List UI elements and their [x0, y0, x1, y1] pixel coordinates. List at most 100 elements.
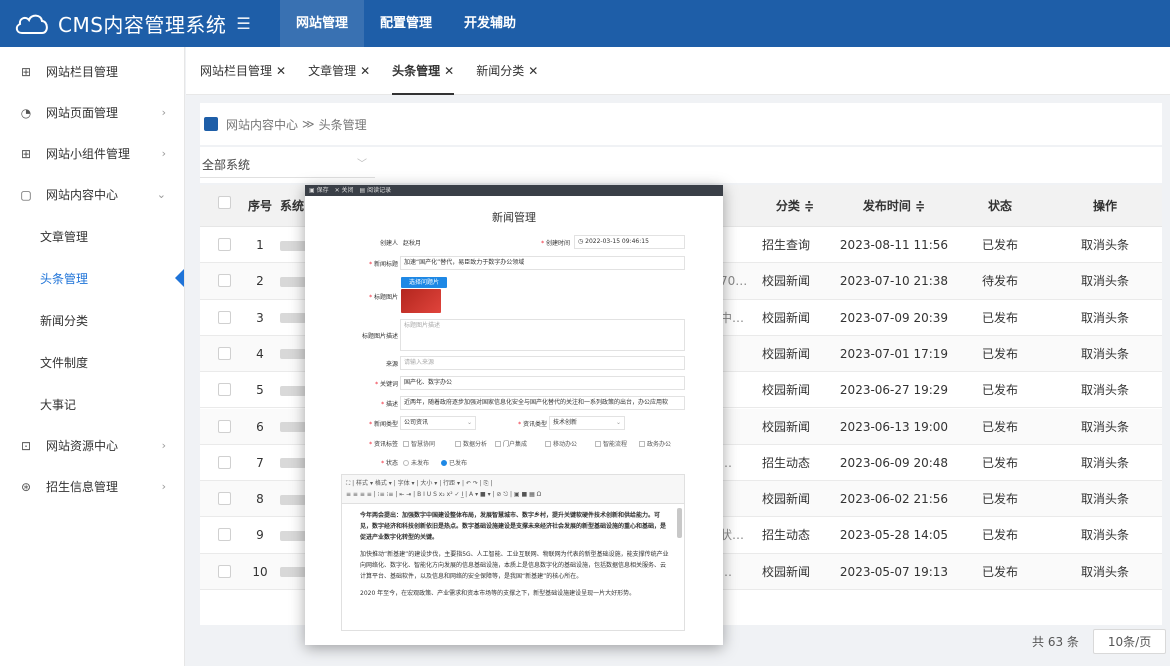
select-all-checkbox[interactable] — [218, 196, 231, 209]
status-radio-published[interactable]: 已发布 — [441, 458, 467, 467]
row-checkbox[interactable] — [218, 383, 231, 397]
row-title-fragment — [720, 372, 760, 408]
row-checkbox[interactable] — [218, 455, 231, 469]
source-input[interactable]: 请输入来源 — [400, 356, 685, 370]
close-icon[interactable]: ✕ — [528, 64, 538, 78]
row-title-fragment — [720, 409, 760, 445]
sidebar-item-pages[interactable]: ◔ 网站页面管理 › — [0, 92, 184, 133]
close-icon[interactable]: ✕ — [360, 64, 370, 78]
page-tabs: 网站栏目管理 ✕ 文章管理 ✕ 头条管理 ✕ 新闻分类 ✕ — [186, 47, 1170, 95]
sidebar-item-content-center[interactable]: ▢ 网站内容中心 ⌄ — [0, 174, 184, 215]
topnav-site-management[interactable]: 网站管理 — [280, 0, 365, 47]
row-checkbox[interactable] — [218, 346, 231, 360]
news-type-select[interactable]: 公司资讯 ⌄ — [400, 416, 476, 430]
row-checkbox[interactable] — [218, 419, 231, 433]
cancel-headline-link[interactable]: 取消头条 — [1050, 445, 1160, 481]
page-size-select[interactable]: 10条/页 — [1092, 629, 1167, 654]
tag-checkbox[interactable]: 移动办公 — [545, 439, 577, 448]
topnav-dev-assist[interactable]: 开发辅助 — [448, 0, 532, 47]
row-index: 9 — [256, 528, 264, 543]
row-publish-time: 2023-06-27 19:29 — [839, 383, 949, 398]
save-button[interactable]: ▣ 保存 — [309, 185, 329, 196]
breadcrumb-root[interactable]: 网站内容中心 — [226, 116, 298, 133]
close-button[interactable]: ✕ 关闭 — [335, 185, 354, 196]
topnav-config-management[interactable]: 配置管理 — [364, 0, 448, 47]
row-status: 已发布 — [981, 455, 1018, 470]
menu-toggle-icon[interactable]: ☰ — [236, 14, 250, 33]
sidebar-item-admissions[interactable]: ⊛ 招生信息管理 › — [0, 466, 184, 507]
chevron-right-icon: › — [161, 439, 166, 452]
keywords-input[interactable]: 国产化、数字办公 — [400, 376, 685, 390]
row-checkbox[interactable] — [218, 238, 231, 251]
editor-toolbar-row-1[interactable]: ⛶ | 样式 ▾ 格式 ▾ | 字体 ▾ | 大小 ▾ | 行距 ▾ | ↶ ↷… — [346, 478, 680, 489]
read-log-button[interactable]: ▤ 阅读记录 — [360, 185, 392, 196]
row-publish-time: 2023-08-11 11:56 — [839, 238, 949, 252]
tag-checkbox[interactable]: 数据分析 — [455, 439, 487, 448]
close-icon[interactable]: ✕ — [444, 64, 454, 78]
col-publish-time[interactable]: 发布时间 ≑ — [834, 185, 954, 227]
row-checkbox[interactable] — [218, 492, 231, 506]
tag-checkbox[interactable]: 智慧协同 — [403, 439, 435, 448]
system-select[interactable]: 全部系统 ﹀ — [200, 152, 375, 178]
sidebar-sub-documents[interactable]: 文件制度 — [0, 341, 184, 383]
cancel-headline-link[interactable]: 取消头条 — [1050, 409, 1160, 445]
editor-scrollbar[interactable] — [677, 508, 682, 538]
info-type-select[interactable]: 技术创新 ⌄ — [549, 416, 625, 430]
tag-checkbox[interactable]: 智能流程 — [595, 439, 627, 448]
row-checkbox[interactable] — [218, 274, 231, 288]
editor-toolbar[interactable]: ⛶ | 样式 ▾ 格式 ▾ | 字体 ▾ | 大小 ▾ | 行距 ▾ | ↶ ↷… — [341, 474, 685, 504]
tab-columns[interactable]: 网站栏目管理 ✕ — [200, 47, 286, 95]
sidebar-sub-news-category[interactable]: 新闻分类 — [0, 299, 184, 341]
created-time-field[interactable]: ◷ 2022-03-15 09:46:15 — [574, 235, 685, 249]
status-label-text: 状态 — [385, 460, 398, 467]
row-title-fragment: 状… — [720, 528, 745, 543]
col-status: 状态 — [987, 199, 1012, 213]
tab-label: 新闻分类 — [476, 63, 525, 78]
cancel-headline-link[interactable]: 取消头条 — [1050, 336, 1160, 372]
close-icon[interactable]: ✕ — [276, 64, 286, 78]
row-checkbox[interactable] — [218, 310, 231, 324]
row-publish-time: 2023-06-02 21:56 — [839, 492, 949, 507]
sidebar-item-columns[interactable]: ⊞ 网站栏目管理 — [0, 51, 184, 92]
row-checkbox[interactable] — [218, 528, 231, 542]
tab-news-category[interactable]: 新闻分类 ✕ — [476, 47, 538, 95]
sidebar-sub-articles[interactable]: 文章管理 — [0, 215, 184, 257]
cancel-headline-link[interactable]: 取消头条 — [1050, 263, 1160, 299]
image-desc-label: 标题图片描述 — [361, 333, 398, 340]
sidebar-item-resources[interactable]: ⊡ 网站资源中心 › — [0, 425, 184, 466]
row-publish-time: 2023-06-13 19:00 — [839, 419, 949, 434]
sidebar-sub-label: 头条管理 — [40, 271, 89, 286]
cancel-headline-link[interactable]: 取消头条 — [1050, 372, 1160, 408]
sidebar-sub-headlines[interactable]: 头条管理 — [0, 257, 184, 299]
cancel-headline-link[interactable]: 取消头条 — [1050, 481, 1160, 517]
tab-headlines[interactable]: 头条管理 ✕ — [392, 47, 455, 95]
tab-articles[interactable]: 文章管理 ✕ — [308, 47, 370, 95]
row-category: 招生动态 — [762, 528, 811, 543]
sidebar-item-label: 网站栏目管理 — [46, 65, 119, 79]
sidebar-item-widgets[interactable]: ⊞ 网站小组件管理 › — [0, 133, 184, 174]
desc-input[interactable]: 近两年，随着政府逐步加强对国家信息化安全与国产化替代的关注和一系列政策的出台，办… — [400, 396, 685, 410]
rich-text-editor[interactable]: 今年两会提出：加强数字中国建设整体布局，发展智慧城市、数字乡村，提升关键软硬件技… — [341, 504, 685, 631]
cancel-headline-link[interactable]: 取消头条 — [1050, 227, 1160, 263]
tab-label: 文章管理 — [308, 63, 357, 78]
row-category: 校园新闻 — [762, 419, 811, 434]
col-category[interactable]: 分类 ≑ — [760, 185, 830, 227]
cancel-headline-link[interactable]: 取消头条 — [1050, 517, 1160, 553]
headline-input[interactable]: 加速“国产化”替代，易臣致力于数字办公领域 — [400, 256, 685, 270]
cancel-headline-link[interactable]: 取消头条 — [1050, 554, 1160, 590]
title-image-thumbnail[interactable] — [401, 289, 441, 313]
tag-checkbox[interactable]: 政务办公 — [639, 439, 671, 448]
editor-toolbar-row-2[interactable]: ≡ ≡ ≡ ≡ | ⁝≡ ⁝≡ | ⇤ ⇥ | B I U S x₂ x² ✓ … — [346, 489, 680, 500]
chevron-down-icon: ﹀ — [357, 159, 367, 170]
row-checkbox[interactable] — [218, 564, 231, 578]
cancel-headline-link[interactable]: 取消头条 — [1050, 300, 1160, 336]
row-title-fragment: … — [720, 564, 732, 579]
app-logo[interactable]: CMS内容管理系统 ☰ — [0, 9, 280, 38]
image-desc-textarea[interactable]: 标题图片描述 — [400, 319, 685, 351]
sidebar-sub-events[interactable]: 大事记 — [0, 383, 184, 425]
row-publish-time: 2023-06-09 20:48 — [839, 455, 949, 470]
tag-checkbox[interactable]: 门户集成 — [495, 439, 527, 448]
choose-image-button[interactable]: 选择问题片 — [401, 277, 447, 288]
status-radio-unpublished[interactable]: 未发布 — [403, 458, 429, 467]
tag-label: 智能流程 — [603, 441, 628, 448]
